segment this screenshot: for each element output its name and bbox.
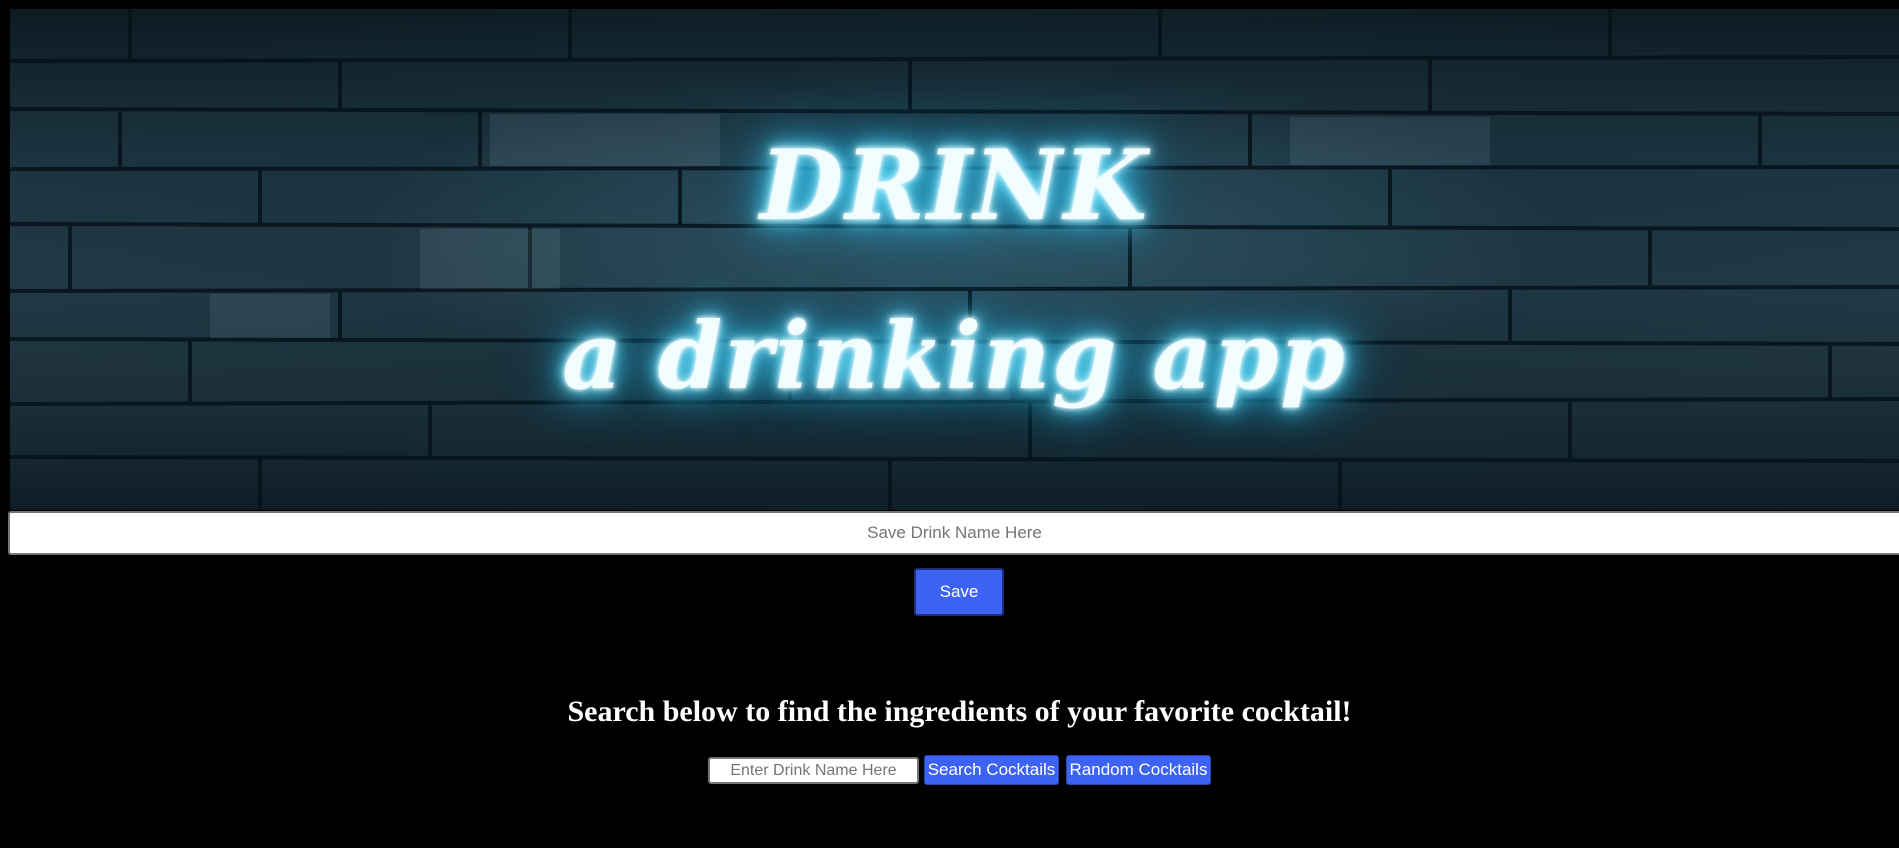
search-cocktails-button[interactable]: Search Cocktails [924,755,1059,785]
save-drink-input[interactable] [8,511,1899,555]
drink-name-search-input[interactable] [708,757,919,784]
page: DRINK a drinking app Save Search below t… [0,0,1899,848]
hero-subtitle: a drinking app [562,302,1347,410]
hero-title: DRINK [759,129,1150,242]
hero-banner: DRINK a drinking app [10,9,1899,510]
stone-wall-background [10,9,1899,510]
random-cocktails-button[interactable]: Random Cocktails [1066,755,1211,785]
search-heading: Search below to find the ingredients of … [567,695,1352,728]
save-button[interactable]: Save [914,568,1004,616]
